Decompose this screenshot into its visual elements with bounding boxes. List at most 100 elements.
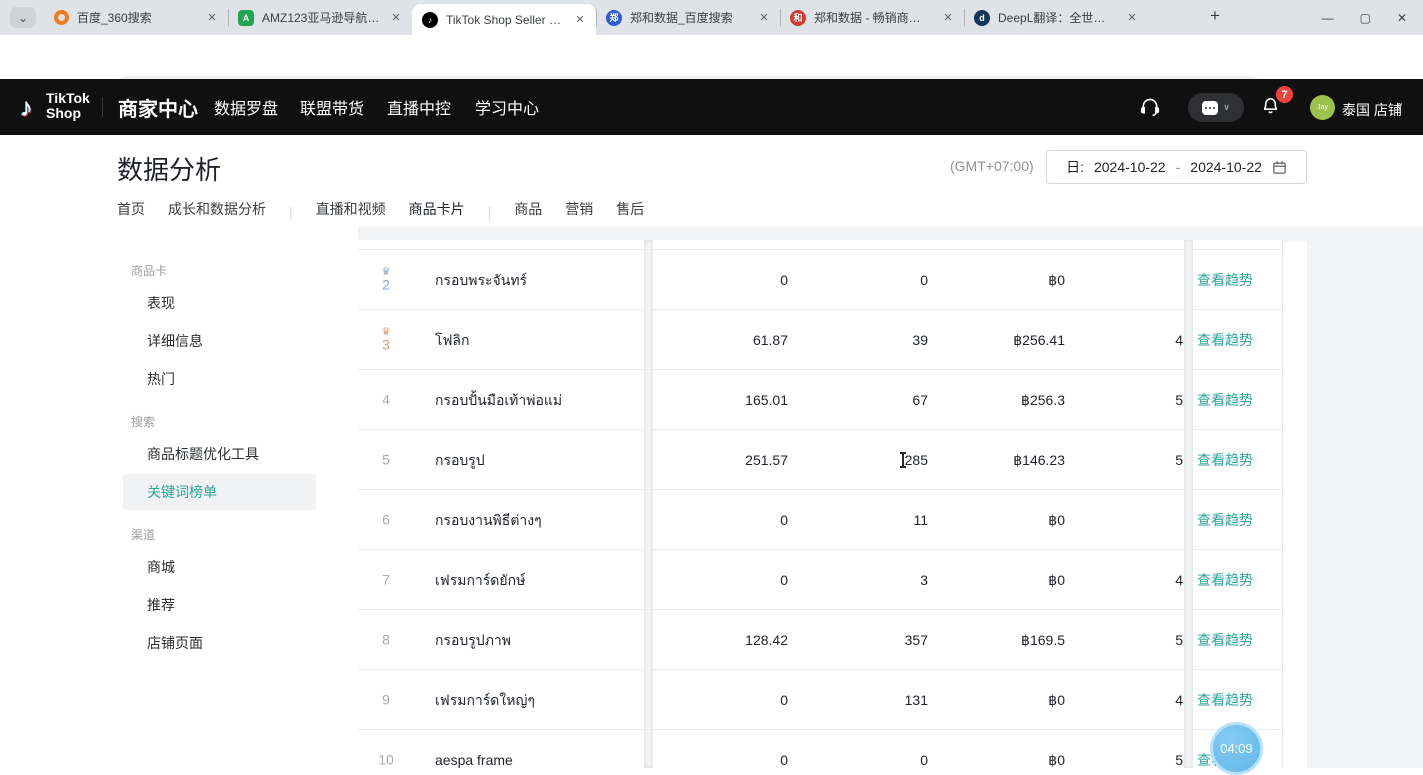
clipped-digit: 3 bbox=[621, 310, 643, 370]
value-cell-2: 0 bbox=[798, 730, 928, 768]
tab-成长和数据分析[interactable]: 成长和数据分析 bbox=[168, 199, 266, 225]
calendar-icon[interactable] bbox=[1272, 160, 1287, 175]
store-avatar[interactable]: Jay bbox=[1310, 95, 1335, 120]
browser-tab[interactable]: ♪TikTok Shop Seller Cente✕ bbox=[412, 4, 596, 35]
rank-number: 9 bbox=[382, 691, 390, 707]
view-trend-link[interactable]: 查看趋势 bbox=[1197, 430, 1253, 490]
tab-close-icon[interactable]: ✕ bbox=[1124, 11, 1140, 24]
browser-tab[interactable]: 郑郑和数据_百度搜索 ✕ bbox=[596, 0, 780, 35]
sidebar-item[interactable]: 详细信息 bbox=[123, 323, 316, 359]
value-cell-3: ฿256.41 bbox=[933, 310, 1065, 370]
browser-tabs: 百度_360搜索✕AAMZ123亚马逊导航-跨境✕♪TikTok Shop Se… bbox=[44, 0, 1148, 35]
date-range-picker[interactable]: 日: 2024-10-22 - 2024-10-22 bbox=[1046, 150, 1307, 184]
clipped-digit: 2 bbox=[621, 250, 643, 310]
tab-售后[interactable]: 售后 bbox=[616, 199, 644, 225]
browser-tab[interactable]: A AMZ123亚马逊导航-跨境 ✕ bbox=[228, 0, 412, 35]
sidebar-item[interactable]: 热门 bbox=[123, 361, 316, 397]
close-button[interactable]: ✕ bbox=[1397, 11, 1407, 25]
minimize-button[interactable]: — bbox=[1322, 11, 1334, 25]
tab-close-icon[interactable]: ✕ bbox=[204, 11, 220, 24]
amz123-icon: A bbox=[238, 10, 254, 26]
view-trend-link[interactable]: 查看趋势 bbox=[1197, 490, 1253, 550]
new-tab-button[interactable]: + bbox=[1210, 6, 1220, 26]
view-trend-link[interactable]: 查看趋势 bbox=[1197, 550, 1253, 610]
store-name[interactable]: 泰国 店铺 bbox=[1342, 100, 1402, 120]
table-row: ♛2กรอบพระจันทร์200฿0查看趋势 bbox=[358, 250, 1282, 310]
rank-number: 3 bbox=[382, 336, 390, 352]
table-row: 9เฟรมการ์ดใหญ่ๆ30131฿04查看趋势 bbox=[358, 670, 1282, 730]
clipped-value-left: 3 bbox=[621, 670, 643, 730]
tab-商品卡片[interactable]: 商品卡片 bbox=[409, 199, 465, 225]
support-headset-icon[interactable] bbox=[1140, 97, 1160, 117]
keyword-cell: เฟรมการ์ดยักษ์ bbox=[435, 550, 635, 610]
view-trend-link[interactable]: 查看趋势 bbox=[1197, 670, 1253, 730]
sidebar-item[interactable]: 推荐 bbox=[123, 587, 316, 623]
analytics-tab-nav: 首页成长和数据分析|直播和视频商品卡片|商品营销售后 bbox=[117, 197, 644, 227]
appnav-item[interactable]: 商家中心 bbox=[118, 79, 198, 135]
appnav-item[interactable]: 联盟带货 bbox=[300, 79, 364, 135]
browser-tab-title: 郑和数据_百度搜索 bbox=[630, 9, 748, 26]
tab-close-icon[interactable]: ✕ bbox=[572, 13, 588, 26]
tab-close-icon[interactable]: ✕ bbox=[756, 11, 772, 24]
rank-number: 10 bbox=[378, 751, 394, 767]
browser-tab-title: AMZ123亚马逊导航-跨境 bbox=[262, 9, 380, 26]
tab-close-icon[interactable]: ✕ bbox=[940, 11, 956, 24]
tiktok-shop-logo[interactable]: TikTok Shop bbox=[46, 91, 90, 121]
frozen-column-divider-left bbox=[644, 240, 653, 768]
maximize-button[interactable]: ▢ bbox=[1360, 11, 1371, 25]
date-from-value[interactable]: 2024-10-22 bbox=[1094, 159, 1166, 175]
view-trend-link[interactable]: 查看趋势 bbox=[1197, 370, 1253, 430]
value-cell-1: 0 bbox=[658, 250, 788, 310]
rank-number: 7 bbox=[382, 571, 390, 587]
browser-tab-title: 百度_360搜索 bbox=[77, 9, 196, 26]
browser-tab-strip: ⌄ 百度_360搜索✕AAMZ123亚马逊导航-跨境✕♪TikTok Shop … bbox=[0, 0, 1423, 35]
rank-cell: 8 bbox=[358, 632, 414, 647]
sidebar-item[interactable]: 关键词榜单 bbox=[123, 474, 316, 510]
view-trend-link[interactable]: 查看趋势 bbox=[1197, 250, 1253, 310]
store-chevron-down-icon[interactable]: ∨ bbox=[1396, 101, 1403, 112]
value-cell-2: 11 bbox=[798, 490, 928, 550]
rank-number: 2 bbox=[382, 276, 390, 292]
view-trend-link[interactable]: 查看趋势 bbox=[1197, 610, 1253, 670]
browser-tab[interactable]: 和郑和数据 - 畅销商品榜✕ bbox=[780, 0, 964, 35]
clipped-digit: 2 bbox=[621, 730, 643, 768]
sidebar-item[interactable]: 表现 bbox=[123, 285, 316, 321]
table-row: 4กรอบปั้นมือเท้าพ่อแม่3165.0167฿256.35查看… bbox=[358, 370, 1282, 430]
value-cell-2: 357 bbox=[798, 610, 928, 670]
appnav-item[interactable]: 数据罗盘 bbox=[214, 79, 278, 135]
zhenghe-red-icon: 和 bbox=[790, 10, 806, 26]
timezone-label: (GMT+07:00) bbox=[950, 158, 1034, 174]
tiktok-icon: ♪ bbox=[422, 12, 438, 28]
screen-recorder-timer[interactable]: 04:09 bbox=[1210, 722, 1263, 775]
tab-close-icon[interactable]: ✕ bbox=[388, 11, 404, 24]
browser-tab[interactable]: dDeepL翻译：全世界最准✕ bbox=[964, 0, 1148, 35]
tab-直播和视频[interactable]: 直播和视频 bbox=[316, 199, 386, 225]
browser-toolbar: ← → ↻ seller.tiktokglobalshop.com/compas… bbox=[0, 35, 1423, 79]
clipped-value-left: 9 bbox=[621, 430, 643, 490]
rank-number: 5 bbox=[382, 451, 390, 467]
tabnav-divider: | bbox=[488, 204, 492, 220]
keyword-cell: กรอบรูปภาพ bbox=[435, 610, 635, 670]
appnav-item[interactable]: 直播中控 bbox=[387, 79, 451, 135]
value-cell-1: 165.01 bbox=[658, 370, 788, 430]
clipped-value-left: 3 bbox=[621, 550, 643, 610]
messages-button[interactable]: ∨ bbox=[1188, 93, 1244, 122]
tab-营销[interactable]: 营销 bbox=[565, 199, 593, 225]
clipped-value-left: 3 bbox=[621, 610, 643, 670]
date-to-value[interactable]: 2024-10-22 bbox=[1190, 159, 1262, 175]
sidebar-item[interactable]: 商城 bbox=[123, 549, 316, 585]
zhenghe-blue-icon: 郑 bbox=[606, 10, 622, 26]
sidebar-item[interactable]: 商品标题优化工具 bbox=[123, 436, 316, 472]
appnav-item[interactable]: 学习中心 bbox=[475, 79, 539, 135]
browser-tab[interactable]: 百度_360搜索 ✕ bbox=[44, 0, 228, 35]
tiktok-note-icon: ♪ bbox=[20, 92, 33, 123]
view-trend-link[interactable]: 查看趋势 bbox=[1197, 310, 1253, 370]
keyword-cell: กรอบพระจันทร์ bbox=[435, 250, 635, 310]
header-divider bbox=[102, 97, 103, 117]
tab-首页[interactable]: 首页 bbox=[117, 199, 145, 225]
value-cell-2: 131 bbox=[798, 670, 928, 730]
content-gap-top bbox=[358, 226, 1307, 241]
sidebar-item[interactable]: 店铺页面 bbox=[123, 625, 316, 661]
tab-商品[interactable]: 商品 bbox=[514, 199, 542, 225]
tab-search-icon[interactable]: ⌄ bbox=[10, 7, 36, 28]
